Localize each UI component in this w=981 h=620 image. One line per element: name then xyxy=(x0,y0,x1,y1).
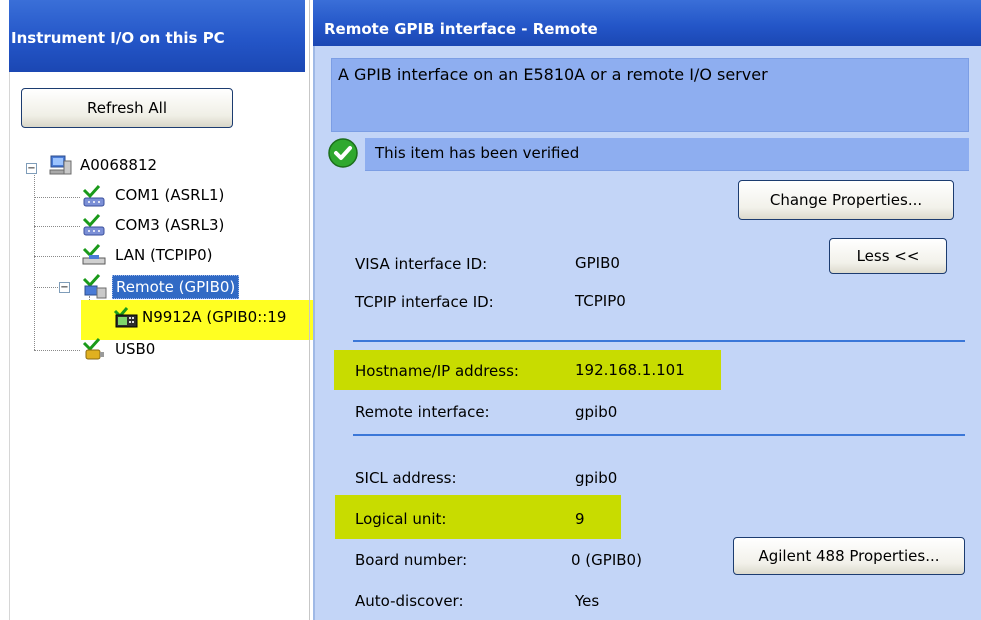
computer-icon xyxy=(49,155,72,175)
right-panel-header: Remote GPIB interface - Remote xyxy=(313,0,981,46)
agilent-488-properties-button[interactable]: Agilent 488 Properties... xyxy=(733,537,965,575)
hostname-label: Hostname/IP address: xyxy=(355,362,519,380)
visa-interface-value: GPIB0 xyxy=(575,254,620,272)
left-panel-header: Instrument I/O on this PC xyxy=(9,0,305,72)
verified-check-icon xyxy=(328,138,358,168)
tree-connector xyxy=(34,287,58,288)
sicl-address-value: gpib0 xyxy=(575,469,618,487)
refresh-all-button[interactable]: Refresh All xyxy=(21,88,233,128)
section-separator xyxy=(353,340,965,342)
auto-discover-label: Auto-discover: xyxy=(355,592,464,610)
tree-connector xyxy=(34,226,80,227)
serial-port-icon xyxy=(82,214,105,236)
serial-port-icon xyxy=(82,185,105,207)
tree-node-instrument[interactable]: N9912A (GPIB0::19 xyxy=(142,308,286,326)
tree-connector xyxy=(34,350,80,351)
hostname-value: 192.168.1.101 xyxy=(575,361,685,379)
remote-interface-icon xyxy=(82,274,107,299)
logical-unit-value: 9 xyxy=(575,510,585,528)
collapse-remote-toggle[interactable]: − xyxy=(59,282,70,293)
lan-icon xyxy=(82,244,106,265)
tree-node-remote[interactable]: Remote (GPIB0) xyxy=(112,275,240,299)
section-separator xyxy=(353,434,965,436)
auto-discover-value: Yes xyxy=(575,592,600,610)
tree-node-usb[interactable]: USB0 xyxy=(115,340,155,358)
tree-connector xyxy=(34,197,80,198)
logical-unit-label: Logical unit: xyxy=(355,510,447,528)
tree-node-root[interactable]: A0068812 xyxy=(80,156,157,174)
less-button[interactable]: Less << xyxy=(829,238,947,274)
remote-interface-label: Remote interface: xyxy=(355,403,490,421)
change-properties-button[interactable]: Change Properties... xyxy=(738,180,954,220)
description-text: A GPIB interface on an E5810A or a remot… xyxy=(338,65,768,84)
visa-interface-label: VISA interface ID: xyxy=(355,255,488,273)
usb-icon xyxy=(82,338,104,360)
left-panel-title: Instrument I/O on this PC xyxy=(11,29,225,47)
remote-interface-value: gpib0 xyxy=(575,403,618,421)
verified-status-bar: This item has been verified xyxy=(365,138,969,171)
tree-connector xyxy=(34,256,80,257)
board-number-value: 0 (GPIB0) xyxy=(571,551,642,569)
description-box: A GPIB interface on an E5810A or a remot… xyxy=(331,58,969,132)
panel-divider[interactable] xyxy=(309,0,310,620)
instrument-icon xyxy=(113,307,138,328)
collapse-root-toggle[interactable]: − xyxy=(26,163,37,174)
sicl-address-label: SICL address: xyxy=(355,469,457,487)
right-panel: Remote GPIB interface - Remote A GPIB in… xyxy=(313,0,981,620)
right-panel-title: Remote GPIB interface - Remote xyxy=(324,20,598,38)
board-number-label: Board number: xyxy=(355,551,468,569)
left-panel: Instrument I/O on this PC Refresh All − … xyxy=(0,0,314,620)
tree-node-lan[interactable]: LAN (TCPIP0) xyxy=(115,246,212,264)
left-panel-edge xyxy=(9,72,10,620)
verified-status-text: This item has been verified xyxy=(375,144,580,162)
tree-node-com3[interactable]: COM3 (ASRL3) xyxy=(115,216,224,234)
tree-connector xyxy=(34,172,35,350)
right-panel-edge xyxy=(313,0,315,620)
tree-node-com1[interactable]: COM1 (ASRL1) xyxy=(115,186,224,204)
tcpip-interface-value: TCPIP0 xyxy=(575,292,626,310)
tcpip-interface-label: TCPIP interface ID: xyxy=(355,293,494,311)
